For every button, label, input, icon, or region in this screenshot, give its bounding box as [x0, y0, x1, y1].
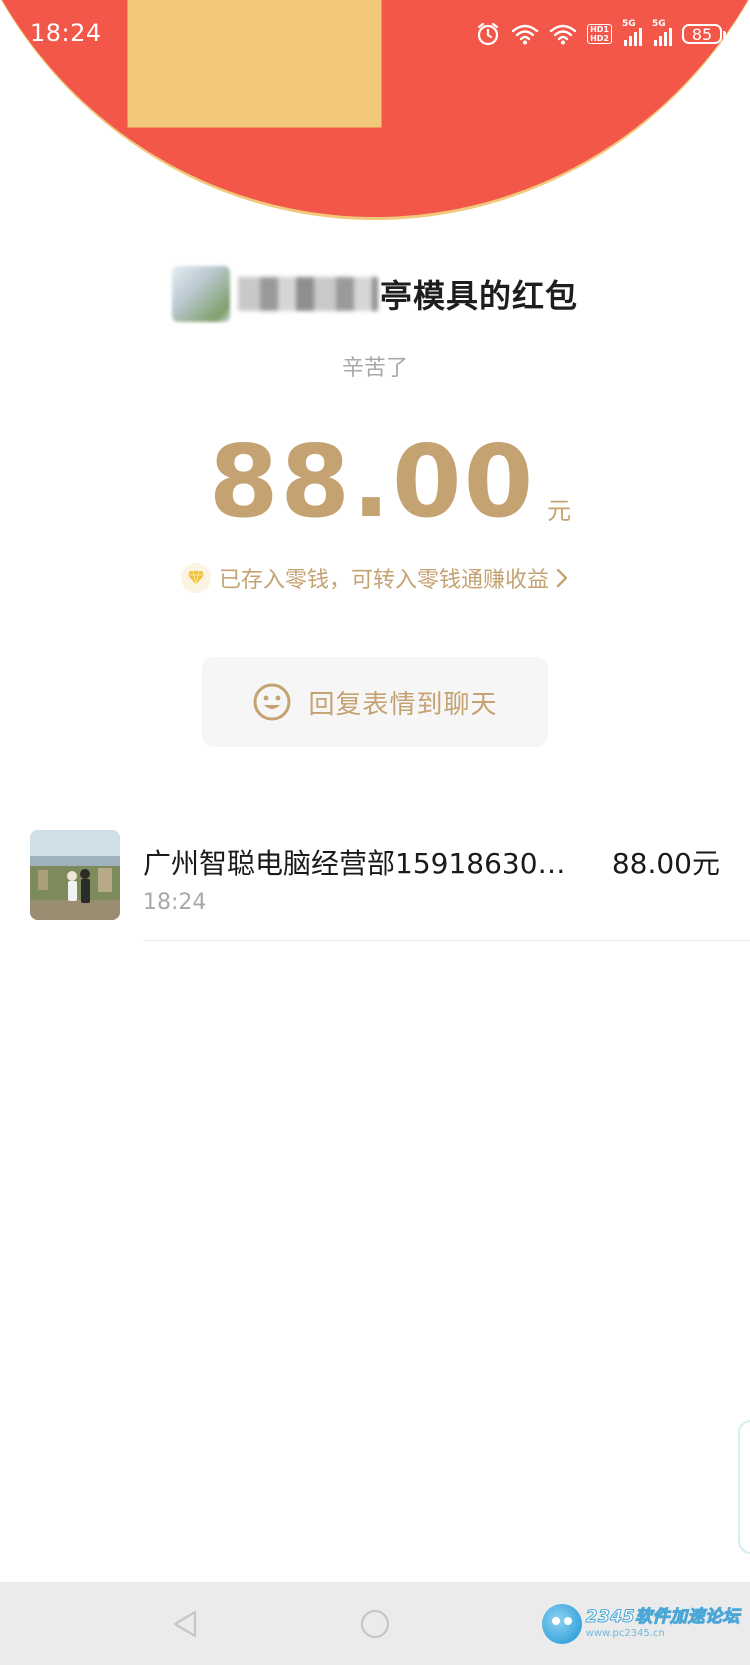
- list-divider: [143, 940, 750, 941]
- nav-back-button[interactable]: [163, 1602, 207, 1646]
- battery-icon: 85: [682, 24, 726, 44]
- blessing-text: 辛苦了: [341, 356, 408, 381]
- signal-tag-sim2: 5G: [652, 19, 666, 29]
- nav-home-button[interactable]: [353, 1602, 397, 1646]
- status-bar: 18:24 HD1 HD2 5G 5G 85: [0, 0, 750, 70]
- change-note-text: 已存入零钱，可转入零钱通赚收益: [218, 568, 549, 593]
- more-dot: [695, 96, 703, 104]
- receiver-time: 18:24: [143, 890, 207, 915]
- status-time: 18:24: [30, 19, 102, 47]
- watermark: 2345软件加速论坛 www.pc2345.cn: [541, 1594, 740, 1654]
- hd-bottom-label: HD2: [590, 34, 609, 43]
- receiver-list-item[interactable]: 广州智聪电脑经营部15918630… 88.00元 18:24: [0, 820, 750, 942]
- amount-unit: 元: [547, 497, 572, 525]
- receiver-amount: 88.00元: [611, 847, 720, 880]
- smile-icon: [252, 682, 292, 722]
- receiver-avatar: [30, 830, 120, 920]
- wifi-icon-secondary: [549, 23, 577, 45]
- amount-value: 88.00: [208, 423, 536, 540]
- hd-badge: HD1 HD2: [587, 24, 612, 44]
- signal-tag-sim1: 5G: [622, 19, 636, 29]
- wifi-icon: [511, 23, 539, 45]
- sender-name-mosaic: [237, 277, 378, 311]
- side-floating-tab[interactable]: [738, 1420, 750, 1554]
- watermark-title: 2345软件加速论坛: [585, 1607, 740, 1627]
- watermark-mascot-icon: [541, 1604, 582, 1644]
- sender-name: 亭模具的红包: [379, 277, 578, 315]
- reply-sticker-label: 回复表情到聊天: [308, 689, 498, 720]
- sender-avatar-blurred: [171, 266, 230, 322]
- diamond-icon: [180, 563, 211, 593]
- reply-sticker-button[interactable]: 回复表情到聊天: [202, 657, 548, 747]
- signal-icon-sim2: 5G: [652, 19, 672, 46]
- hd-top-label: HD1: [590, 25, 609, 34]
- chevron-right-icon: [555, 567, 569, 589]
- battery-level: 85: [691, 24, 713, 44]
- status-icons: HD1 HD2 5G 5G 85: [475, 19, 726, 48]
- receiver-name: 广州智聪电脑经营部15918630…: [143, 847, 566, 880]
- circle-home-icon: [360, 1609, 390, 1639]
- more-dot: [716, 96, 724, 104]
- alarm-icon: [475, 21, 501, 47]
- watermark-text: 2345软件加速论坛 www.pc2345.cn: [585, 1607, 740, 1639]
- more-button[interactable]: [674, 85, 724, 115]
- watermark-url: www.pc2345.cn: [585, 1628, 665, 1639]
- change-note-link[interactable]: 已存入零钱，可转入零钱通赚收益: [0, 562, 750, 594]
- signal-icon-sim1: 5G: [622, 19, 642, 46]
- chevron-left-icon: [29, 86, 47, 118]
- triangle-back-icon: [173, 1610, 197, 1638]
- sender-row: 亭模具的红包: [0, 266, 750, 322]
- more-dot: [674, 96, 682, 104]
- amount-row: 88.00 元: [0, 432, 750, 532]
- back-button[interactable]: [18, 82, 58, 122]
- red-packet-detail-page: 18:24 HD1 HD2 5G 5G 85 亭模具的红包 辛苦了 88.00 …: [0, 0, 750, 1665]
